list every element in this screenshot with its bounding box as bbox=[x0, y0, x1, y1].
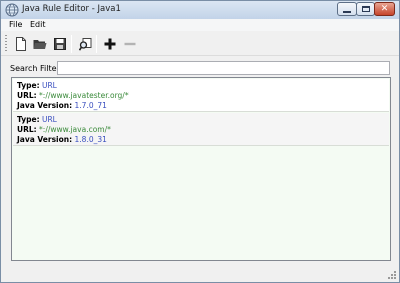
rule-type-line: Type: URL bbox=[17, 115, 385, 125]
close-button[interactable]: ✕ bbox=[374, 2, 395, 16]
rule-version-label: Java Version: bbox=[17, 135, 73, 144]
status-bar bbox=[1, 267, 399, 282]
new-document-icon bbox=[16, 37, 26, 51]
remove-rule-button[interactable] bbox=[122, 36, 138, 52]
close-icon: ✕ bbox=[380, 3, 389, 14]
rule-list[interactable]: Type: URL URL: *://www.javatester.org/* … bbox=[11, 77, 391, 261]
open-button[interactable] bbox=[32, 36, 48, 52]
save-disk-icon bbox=[54, 38, 66, 50]
rule-url-label: URL: bbox=[17, 125, 37, 134]
minimize-button[interactable] bbox=[337, 2, 357, 16]
maximize-button[interactable] bbox=[356, 2, 375, 16]
rule-type-line: Type: URL bbox=[17, 81, 385, 91]
add-rule-button[interactable] bbox=[102, 36, 118, 52]
remove-icon bbox=[124, 42, 136, 46]
find-icon bbox=[78, 37, 91, 51]
maximize-icon bbox=[361, 6, 370, 12]
toolbar-separator bbox=[71, 35, 72, 53]
toolbar-separator bbox=[96, 35, 97, 53]
open-folder-icon bbox=[33, 40, 47, 49]
list-item[interactable]: Type: URL URL: *://www.javatester.org/* … bbox=[13, 79, 389, 112]
rule-url-line: URL: *://www.java.com/* bbox=[17, 125, 385, 135]
rule-version-value: 1.8.0_31 bbox=[74, 135, 107, 144]
rule-type-label: Type: bbox=[17, 115, 40, 124]
resize-grip-icon[interactable] bbox=[387, 270, 397, 280]
title-bar[interactable]: Java Rule Editor - Java1 ✕ bbox=[1, 1, 399, 19]
toolbar bbox=[1, 31, 399, 56]
add-icon bbox=[104, 38, 116, 50]
rule-type-label: Type: bbox=[17, 81, 40, 90]
new-button[interactable] bbox=[13, 36, 29, 52]
search-filter-label: Search Filter: bbox=[10, 64, 63, 73]
search-filter-input[interactable] bbox=[57, 61, 390, 75]
window-title: Java Rule Editor - Java1 bbox=[22, 4, 121, 14]
rule-version-label: Java Version: bbox=[17, 101, 73, 110]
rule-version-value: 1.7.0_71 bbox=[74, 101, 107, 110]
rule-url-line: URL: *://www.javatester.org/* bbox=[17, 91, 385, 101]
rule-type-value: URL bbox=[41, 115, 57, 124]
find-button[interactable] bbox=[77, 36, 93, 52]
menu-file[interactable]: File bbox=[9, 19, 22, 31]
toolbar-grip[interactable] bbox=[5, 35, 7, 52]
list-item[interactable]: Type: URL URL: *://www.java.com/* Java V… bbox=[13, 113, 389, 146]
rule-url-value: *://www.java.com/* bbox=[39, 125, 111, 134]
rule-url-label: URL: bbox=[17, 91, 37, 100]
globe-window-icon bbox=[5, 3, 19, 17]
rule-url-value: *://www.javatester.org/* bbox=[39, 91, 129, 100]
java-rule-editor-window: Java Rule Editor - Java1 ✕ File Edit Sea… bbox=[0, 0, 400, 283]
rule-version-line: Java Version: 1.8.0_31 bbox=[17, 135, 385, 145]
rule-version-line: Java Version: 1.7.0_71 bbox=[17, 101, 385, 111]
minimize-icon bbox=[343, 10, 351, 13]
menu-edit[interactable]: Edit bbox=[30, 19, 46, 31]
save-button[interactable] bbox=[52, 36, 68, 52]
rule-type-value: URL bbox=[41, 81, 57, 90]
menu-bar: File Edit bbox=[1, 19, 399, 31]
